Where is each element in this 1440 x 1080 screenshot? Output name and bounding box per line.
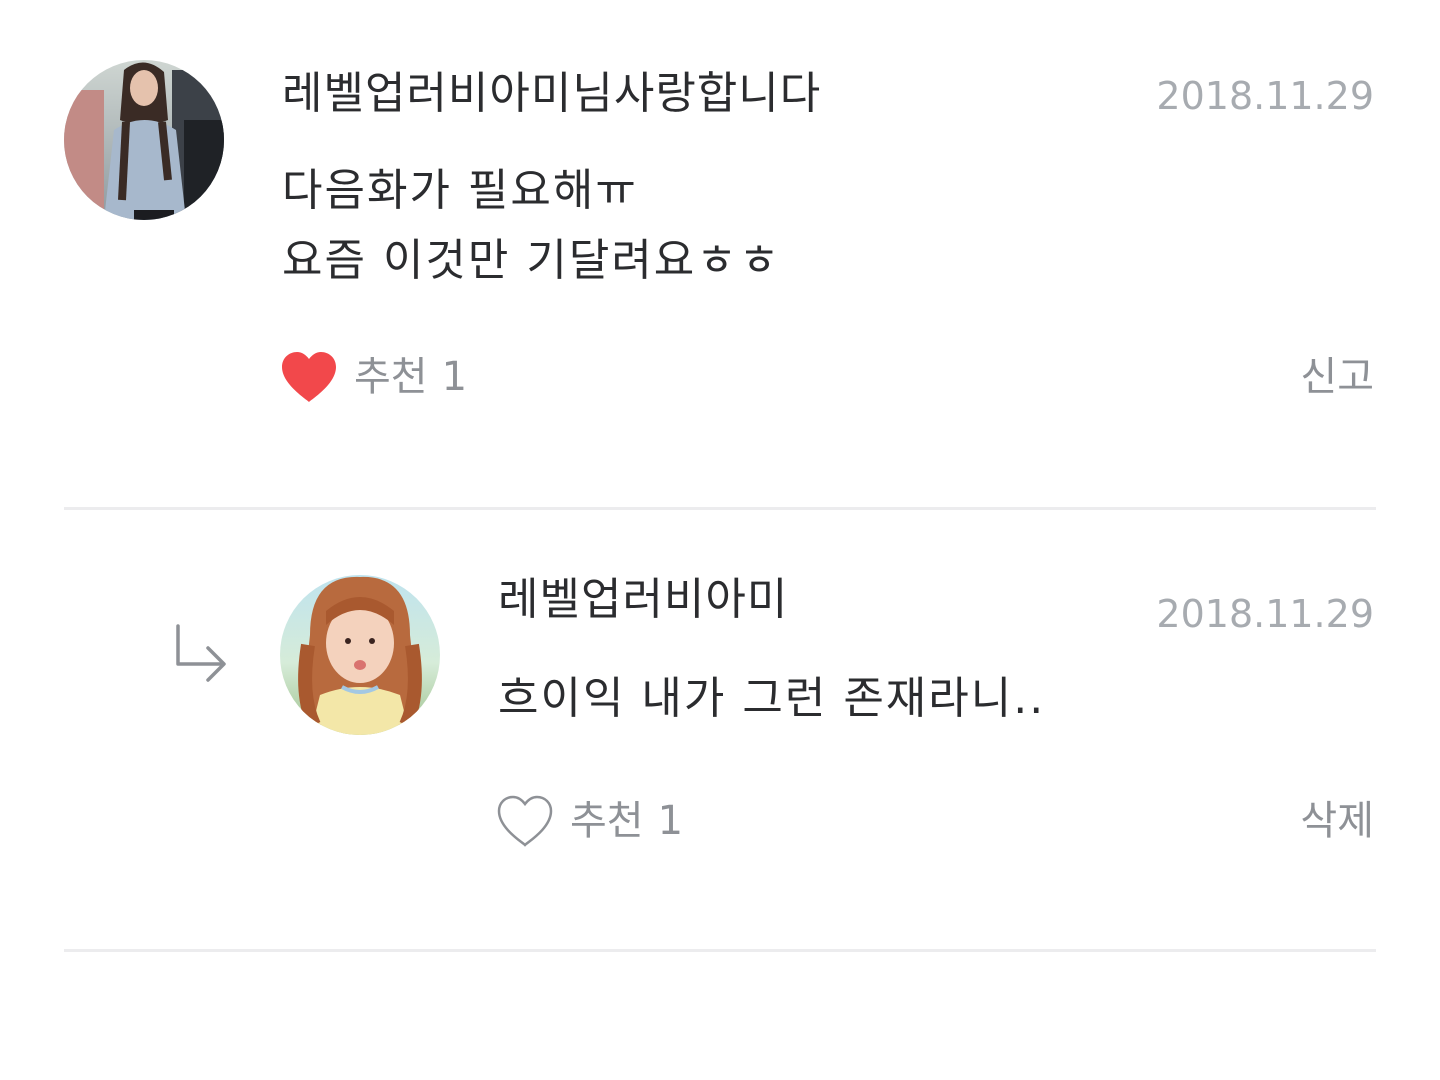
avatar[interactable] bbox=[280, 575, 440, 735]
like-button[interactable]: 추천 1 bbox=[280, 350, 467, 404]
comment-date: 2018.11.29 bbox=[1156, 592, 1374, 636]
comment-date: 2018.11.29 bbox=[1156, 74, 1374, 118]
comment-body-line: 요즘 이것만 기달려요ㅎㅎ bbox=[282, 235, 782, 286]
heart-filled-icon bbox=[282, 352, 336, 402]
heart-outline-icon bbox=[497, 795, 553, 847]
like-button[interactable]: 추천 1 bbox=[496, 794, 683, 848]
avatar-photo bbox=[64, 60, 224, 220]
avatar[interactable] bbox=[64, 60, 224, 220]
divider bbox=[64, 507, 1376, 510]
report-button[interactable]: 신고 bbox=[1300, 350, 1374, 404]
comment-body-line: 흐이익 내가 그런 존재라니.. bbox=[498, 673, 1046, 724]
reply-arrow-icon bbox=[176, 624, 226, 682]
divider bbox=[64, 949, 1376, 952]
comment-author[interactable]: 레벨업러비아미님사랑합니다 bbox=[282, 66, 821, 122]
like-label: 추천 bbox=[570, 798, 644, 844]
comment-author[interactable]: 레벨업러비아미 bbox=[498, 572, 788, 628]
delete-button[interactable]: 삭제 bbox=[1300, 794, 1374, 848]
comment-body-line: 다음화가 필요해ㅠ bbox=[282, 165, 638, 216]
like-count: 1 bbox=[441, 354, 468, 400]
like-label: 추천 bbox=[354, 354, 428, 400]
avatar-photo bbox=[280, 575, 440, 735]
like-count: 1 bbox=[657, 798, 684, 844]
